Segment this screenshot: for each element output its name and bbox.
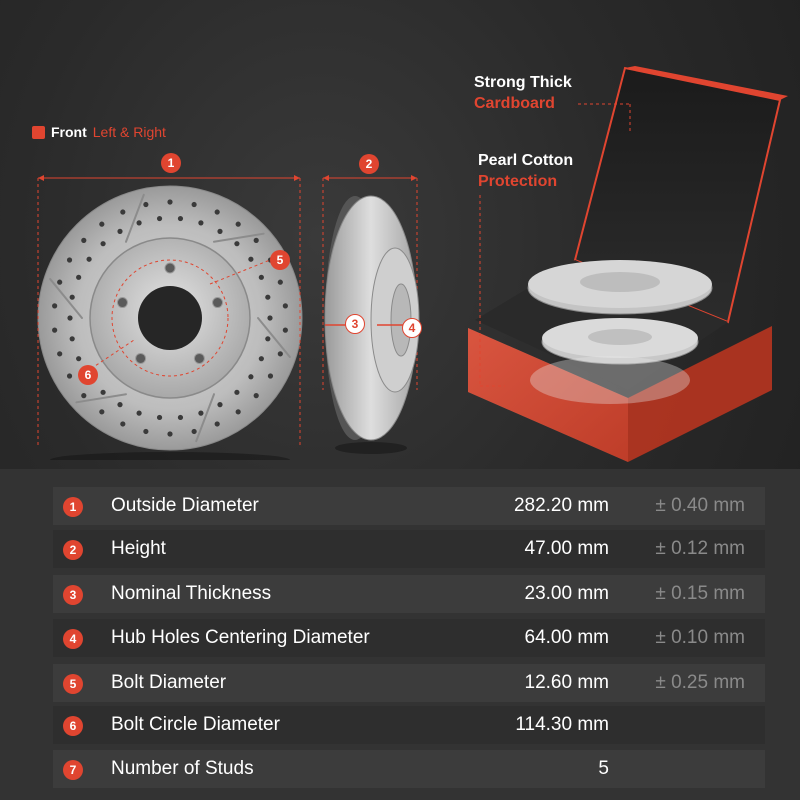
spec-row: 5 Bolt Diameter 12.60 mm ± 0.25 mm bbox=[53, 664, 765, 702]
spec-value: 12.60 mm bbox=[524, 672, 609, 693]
spec-row: 1 Outside Diameter 282.20 mm ± 0.40 mm bbox=[53, 487, 765, 525]
spec-number-badge: 4 bbox=[63, 629, 83, 649]
spec-label: Number of Studs bbox=[111, 758, 254, 779]
spec-label: Bolt Circle Diameter bbox=[111, 714, 280, 735]
front-label-text: Front bbox=[51, 124, 87, 140]
spec-tolerance: ± 0.40 mm bbox=[655, 495, 745, 516]
spec-tolerance: ± 0.10 mm bbox=[655, 627, 745, 648]
spec-label: Nominal Thickness bbox=[111, 583, 272, 604]
dimension-badge-2: 2 bbox=[359, 154, 379, 174]
spec-tolerance: ± 0.15 mm bbox=[655, 583, 745, 604]
spec-tolerance: ± 0.12 mm bbox=[655, 538, 745, 559]
dimension-badge-6: 6 bbox=[78, 365, 98, 385]
dimension-line-1 bbox=[37, 175, 301, 448]
spec-number-badge: 2 bbox=[63, 540, 83, 560]
spec-number-badge: 5 bbox=[63, 674, 83, 694]
dimension-badge-1: 1 bbox=[161, 153, 181, 173]
front-label-sub: Left & Right bbox=[92, 124, 166, 140]
spec-label: Outside Diameter bbox=[111, 495, 259, 516]
specs-table: 1 Outside Diameter 282.20 mm ± 0.40 mm 2 Heig… bbox=[0, 469, 800, 800]
spec-label: Height bbox=[111, 538, 166, 559]
spec-value: 47.00 mm bbox=[524, 538, 609, 559]
product-infographic: Front Left & Right 1 2 3 4 5 6 Strong Th… bbox=[0, 0, 800, 800]
spec-value: 282.20 mm bbox=[513, 495, 609, 516]
callout-protection-line1: Pearl Cotton bbox=[478, 152, 574, 169]
spec-row: 4 Hub Holes Centering Diameter 64.00 mm ± 0… bbox=[53, 619, 765, 657]
callout-cardboard: Strong Thick Cardboard bbox=[474, 72, 572, 114]
spec-row: 7 Number of Studs 5 bbox=[53, 750, 765, 788]
packaging-box bbox=[468, 66, 788, 462]
spec-value: 114.30 mm bbox=[515, 714, 609, 735]
dimension-badge-3: 3 bbox=[345, 314, 365, 334]
spec-value: 64.00 mm bbox=[524, 627, 609, 648]
spec-row: 6 Bolt Circle Diameter 114.30 mm bbox=[53, 706, 765, 744]
dimension-badge-4: 4 bbox=[402, 318, 422, 338]
spec-label: Bolt Diameter bbox=[111, 672, 227, 693]
front-position-label: Front Left & Right bbox=[32, 124, 166, 140]
spec-row: 2 Height 47.00 mm ± 0.12 mm bbox=[53, 530, 765, 568]
callout-cardboard-line1: Strong Thick bbox=[474, 74, 572, 91]
spec-number-badge: 3 bbox=[63, 585, 83, 605]
spec-tolerance: ± 0.25 mm bbox=[655, 672, 745, 693]
spec-number-badge: 6 bbox=[63, 716, 83, 736]
callout-protection: Pearl Cotton Protection bbox=[478, 150, 573, 192]
callout-cardboard-line2: Cardboard bbox=[474, 95, 555, 112]
front-marker-square bbox=[32, 125, 45, 139]
spec-row: 3 Nominal Thickness 23.00 mm ± 0.15 mm bbox=[53, 575, 765, 613]
spec-value: 5 bbox=[598, 758, 609, 779]
spec-number-badge: 1 bbox=[63, 497, 83, 517]
spec-value: 23.00 mm bbox=[524, 583, 609, 604]
dimension-badge-5: 5 bbox=[270, 250, 290, 270]
spec-label: Hub Holes Centering Diameter bbox=[111, 627, 370, 648]
spec-number-badge: 7 bbox=[63, 760, 83, 780]
callout-protection-line2: Protection bbox=[478, 173, 558, 190]
